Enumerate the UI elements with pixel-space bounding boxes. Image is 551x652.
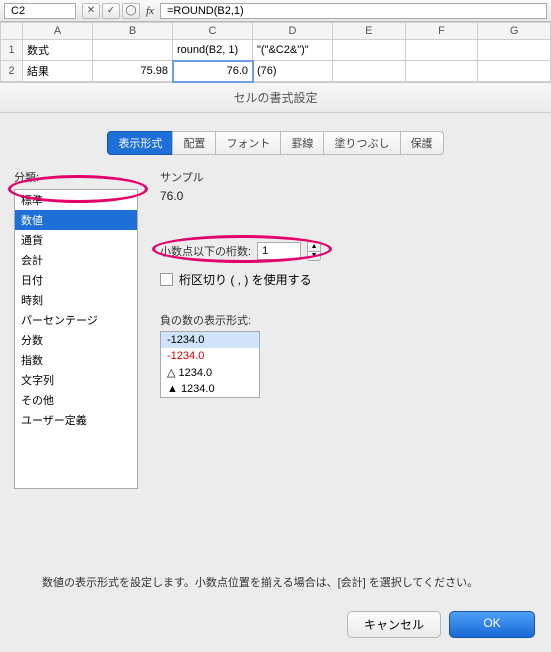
tab-protect[interactable]: 保護 [400, 131, 444, 155]
negative-format-option[interactable]: -1234.0 [161, 348, 259, 364]
table-row[interactable]: 1 数式 round(B2, 1) "("&C2&")" [1, 40, 551, 61]
tab-border[interactable]: 罫線 [280, 131, 324, 155]
cell[interactable]: round(B2, 1) [173, 40, 253, 61]
sample-label: サンプル [160, 169, 537, 185]
category-list[interactable]: 標準 数値 通貨 会計 日付 時刻 パーセンテージ 分数 指数 文字列 その他 … [14, 189, 138, 489]
negative-format-option[interactable]: ▲ 1234.0 [161, 381, 259, 397]
spreadsheet-grid[interactable]: A B C D E F G 1 数式 round(B2, 1) "("&C2&"… [0, 22, 551, 83]
negative-format-label: 負の数の表示形式: [160, 312, 537, 328]
negative-format-list[interactable]: -1234.0 -1234.0 △ 1234.0 ▲ 1234.0 [160, 331, 260, 398]
category-standard[interactable]: 標準 [15, 190, 137, 210]
col-header[interactable]: A [23, 23, 93, 40]
cell[interactable]: 数式 [23, 40, 93, 61]
button-bar: キャンセル OK [347, 611, 535, 638]
category-text[interactable]: 文字列 [15, 370, 137, 390]
dialog-body: 表示形式 配置 フォント 罫線 塗りつぶし 保護 分類: 標準 数値 通貨 会計… [0, 113, 551, 652]
cell[interactable] [333, 61, 406, 82]
cell[interactable]: "("&C2&")" [253, 40, 333, 61]
category-label: 分類: [14, 169, 138, 185]
cell[interactable] [333, 40, 406, 61]
decimal-stepper[interactable]: ▲ ▼ [307, 241, 321, 261]
row-header[interactable]: 1 [1, 40, 23, 61]
cell[interactable]: (76) [253, 61, 333, 82]
formula-dropdown-icon[interactable]: ◯ [122, 3, 140, 19]
col-header[interactable]: E [333, 23, 406, 40]
col-header[interactable]: D [253, 23, 333, 40]
tab-font[interactable]: フォント [215, 131, 281, 155]
thousands-separator-checkbox[interactable] [160, 273, 173, 286]
cell[interactable]: 75.98 [93, 61, 173, 82]
category-percentage[interactable]: パーセンテージ [15, 310, 137, 330]
cell[interactable]: 結果 [23, 61, 93, 82]
category-time[interactable]: 時刻 [15, 290, 137, 310]
formula-input[interactable]: =ROUND(B2,1) [160, 3, 547, 19]
tab-format[interactable]: 表示形式 [107, 131, 173, 155]
cancel-button[interactable]: キャンセル [347, 611, 441, 638]
negative-format-option[interactable]: △ 1234.0 [161, 364, 259, 381]
formula-bar: C2 ✕ ✓ ◯ fx =ROUND(B2,1) [0, 0, 551, 22]
tab-fill[interactable]: 塗りつぶし [323, 131, 400, 155]
cell[interactable] [93, 40, 173, 61]
category-other[interactable]: その他 [15, 390, 137, 410]
cell[interactable] [405, 40, 478, 61]
cell[interactable] [478, 40, 551, 61]
category-date[interactable]: 日付 [15, 270, 137, 290]
accept-edit-icon[interactable]: ✓ [102, 3, 120, 19]
category-fraction[interactable]: 分数 [15, 330, 137, 350]
ok-button[interactable]: OK [449, 611, 535, 638]
selected-cell[interactable]: 76.0 [173, 61, 253, 82]
negative-format-option[interactable]: -1234.0 [161, 332, 259, 348]
cell[interactable] [478, 61, 551, 82]
cell[interactable] [405, 61, 478, 82]
cell-reference-box[interactable]: C2 [4, 3, 76, 19]
tab-alignment[interactable]: 配置 [172, 131, 216, 155]
stepper-up-icon[interactable]: ▲ [308, 242, 320, 252]
col-header[interactable]: C [173, 23, 253, 40]
row-header[interactable]: 2 [1, 61, 23, 82]
table-row[interactable]: 2 結果 75.98 76.0 (76) [1, 61, 551, 82]
category-scientific[interactable]: 指数 [15, 350, 137, 370]
category-currency[interactable]: 通貨 [15, 230, 137, 250]
category-custom[interactable]: ユーザー定義 [15, 410, 137, 430]
thousands-separator-label: 桁区切り ( , ) を使用する [179, 271, 312, 288]
col-header[interactable]: F [405, 23, 478, 40]
column-header-row: A B C D E F G [1, 23, 551, 40]
sample-value: 76.0 [160, 189, 537, 203]
cancel-edit-icon[interactable]: ✕ [82, 3, 100, 19]
dialog-title: セルの書式設定 [0, 83, 551, 113]
help-text: 数値の表示形式を設定します。小数点位置を揃える場合は、[会計] を選択してくださ… [42, 574, 531, 590]
category-accounting[interactable]: 会計 [15, 250, 137, 270]
decimal-places-input[interactable]: 1 [257, 242, 301, 260]
col-header[interactable]: G [478, 23, 551, 40]
stepper-down-icon[interactable]: ▼ [308, 252, 320, 261]
category-number[interactable]: 数値 [15, 210, 137, 230]
decimal-places-label: 小数点以下の桁数: [160, 243, 251, 259]
col-header[interactable]: B [93, 23, 173, 40]
fx-icon: fx [142, 5, 158, 17]
tab-bar: 表示形式 配置 フォント 罫線 塗りつぶし 保護 [14, 131, 537, 155]
